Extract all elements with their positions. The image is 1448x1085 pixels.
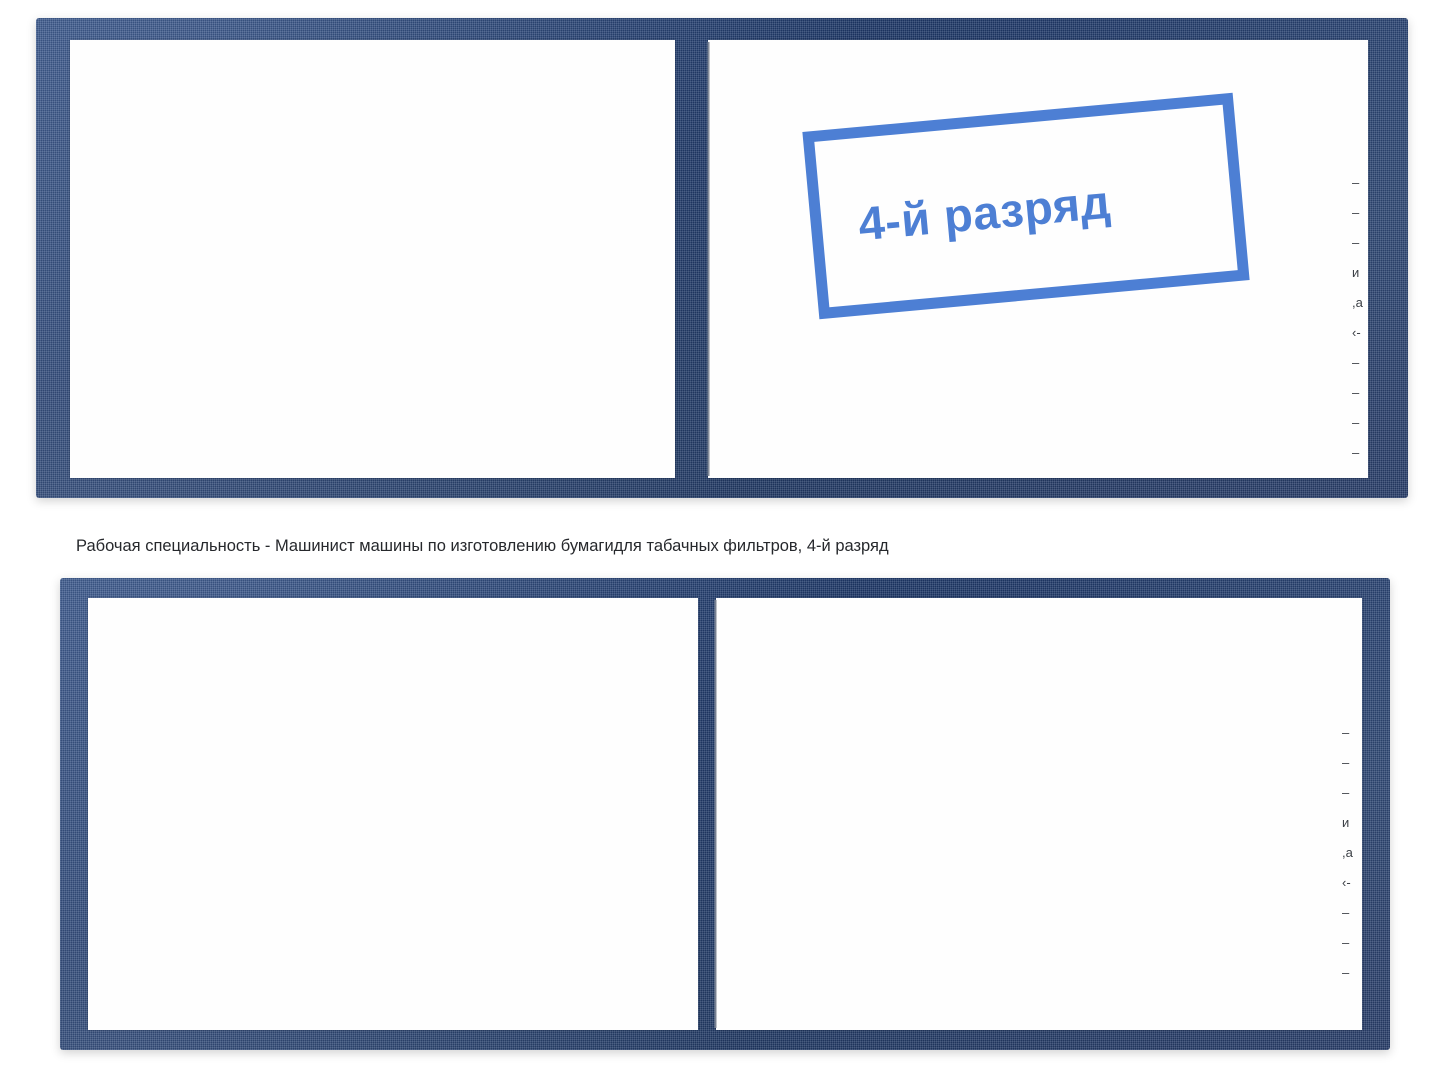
certificate-top-spine bbox=[707, 42, 710, 476]
certificate-bottom-right-page bbox=[716, 598, 1362, 1030]
certificate-bottom-left-page bbox=[88, 598, 698, 1030]
caption-text: Рабочая специальность - Машинист машины … bbox=[76, 537, 889, 555]
top-right-edge-glyphs: – – – и ,а ‹- – – – – bbox=[1352, 175, 1363, 460]
bottom-right-edge-glyphs: – – – и ,а ‹- – – – bbox=[1342, 725, 1353, 980]
certificate-bottom-spine bbox=[714, 600, 717, 1028]
certificate-scan-page: НАЗВАНИЕ УЧЕБНОГО ЦЕНТРА УДОСТОВЕРЕНИЕ №… bbox=[0, 0, 1448, 1085]
certificate-top-left-page bbox=[70, 40, 675, 478]
